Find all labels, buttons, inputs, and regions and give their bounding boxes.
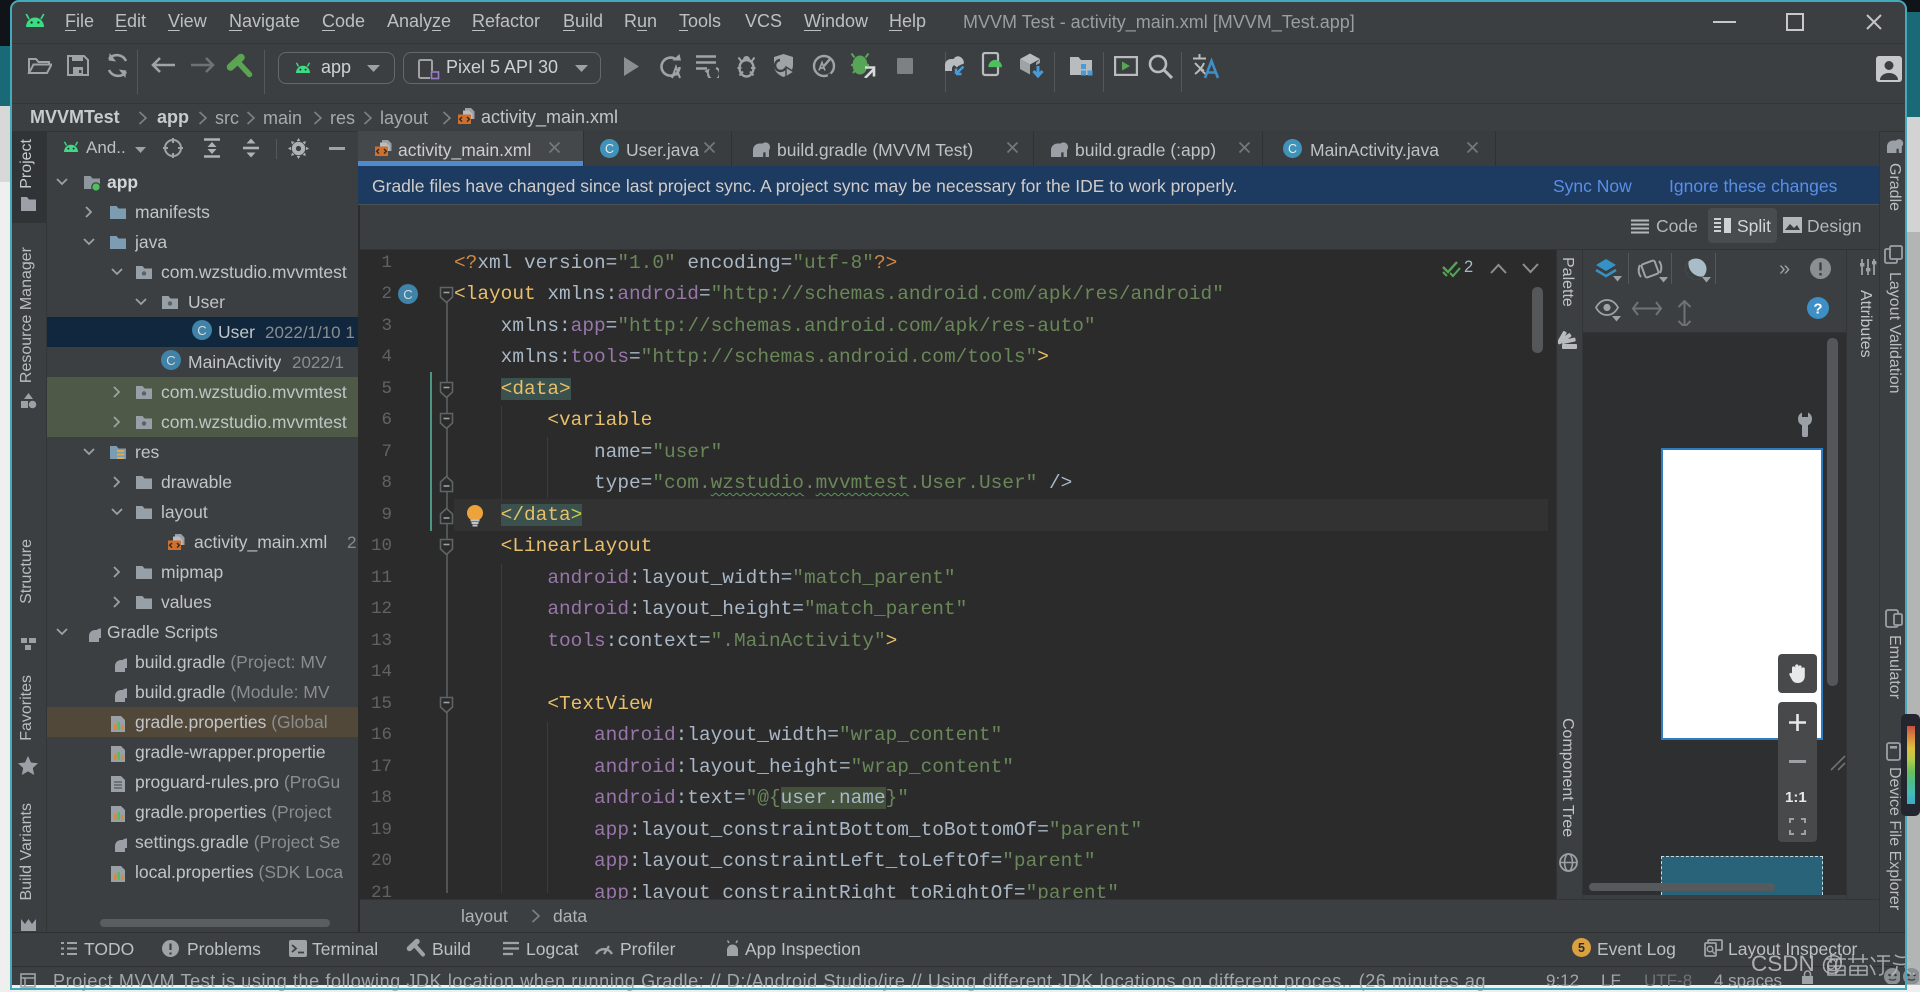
svg-text:C: C bbox=[403, 287, 412, 302]
svg-text:C: C bbox=[605, 142, 614, 156]
svg-text:C: C bbox=[197, 323, 206, 338]
svg-text:C: C bbox=[166, 353, 175, 368]
svg-text:?: ? bbox=[1813, 301, 1822, 318]
svg-text:C: C bbox=[1288, 142, 1297, 156]
svg-text:5: 5 bbox=[1578, 941, 1585, 955]
